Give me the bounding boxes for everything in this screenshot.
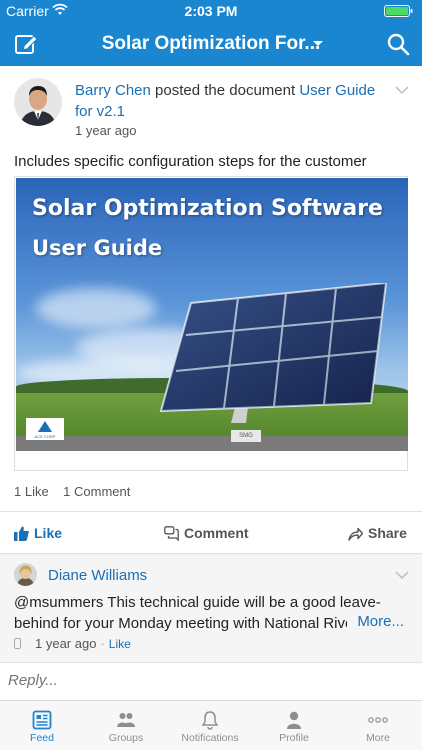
divider <box>0 553 422 554</box>
reply-bar <box>0 662 422 700</box>
post-header: Barry Chen posted the document User Guid… <box>75 80 385 122</box>
like-label: Like <box>34 525 63 541</box>
post-action-text: posted the document <box>155 82 296 99</box>
tab-groups[interactable]: Groups <box>84 701 168 750</box>
page-title: Solar Optimization For... <box>101 33 321 54</box>
comment-label: Comment <box>184 525 249 541</box>
like-button[interactable]: Like <box>14 525 62 541</box>
document-thumbnail: Solar Optimization Software User Guide A… <box>16 178 408 451</box>
company-logo: ACE CORP <box>26 418 64 440</box>
share-arrow-icon <box>348 527 364 541</box>
more-icon <box>368 717 388 723</box>
tab-feed[interactable]: Feed <box>0 701 84 750</box>
tab-profile[interactable]: Profile <box>252 701 336 750</box>
tab-label: Feed <box>30 732 54 744</box>
comment-timestamp: 1 year ago <box>35 636 97 651</box>
comment-item: Diane Williams @msummers This technical … <box>0 555 422 662</box>
post-timestamp: 1 year ago <box>75 123 137 138</box>
group-title-dropdown[interactable]: Solar Optimization For... <box>0 22 422 66</box>
solar-panel-illustration <box>159 283 388 423</box>
document-title-line2: User Guide <box>32 236 163 260</box>
commenter-photo <box>14 563 37 586</box>
nav-bar: Solar Optimization For... <box>0 22 422 66</box>
mobile-device-icon <box>14 638 21 649</box>
feed-icon <box>32 710 52 730</box>
chevron-down-icon[interactable] <box>395 86 409 95</box>
chevron-down-icon[interactable] <box>395 571 409 580</box>
comment-button[interactable]: Comment <box>164 525 249 542</box>
document-preview[interactable]: Solar Optimization Software User Guide A… <box>14 176 408 471</box>
author-photo <box>14 78 62 126</box>
more-link[interactable]: More... <box>347 613 404 630</box>
tab-bar: Feed Groups Notifications Profile More <box>0 700 422 750</box>
comment-meta: 1 year ago · Like <box>14 636 131 651</box>
thumbs-up-icon <box>14 526 29 541</box>
avatar[interactable] <box>14 78 62 126</box>
commenter-link[interactable]: Diane Williams <box>48 567 147 584</box>
comment-like-link[interactable]: Like <box>109 637 131 651</box>
share-button[interactable]: Share <box>348 525 407 541</box>
roadside-sign: SMG <box>231 430 261 442</box>
battery-icon <box>384 5 413 17</box>
clock: 2:03 PM <box>184 3 238 19</box>
groups-icon <box>117 713 135 727</box>
comment-count[interactable]: 1 Comment <box>63 484 130 499</box>
engagement-counts: 1 Like 1 Comment <box>14 484 130 499</box>
tab-label: Profile <box>279 732 309 744</box>
comment-icon <box>164 526 179 542</box>
search-icon[interactable] <box>386 32 410 56</box>
tab-label: More <box>366 732 390 744</box>
tab-label: Groups <box>108 732 144 744</box>
post-card: Barry Chen posted the document User Guid… <box>0 66 422 554</box>
chevron-down-icon <box>313 41 323 46</box>
document-title-line1: Solar Optimization Software <box>32 196 383 221</box>
profile-icon <box>287 711 301 729</box>
divider <box>0 511 422 512</box>
tab-label: Notifications <box>181 732 239 744</box>
avatar[interactable] <box>14 563 37 586</box>
post-body: Includes specific configuration steps fo… <box>14 153 367 170</box>
tab-notifications[interactable]: Notifications <box>168 701 252 750</box>
author-link[interactable]: Barry Chen <box>75 82 151 99</box>
bell-icon <box>201 711 219 730</box>
like-count[interactable]: 1 Like <box>14 484 49 499</box>
reply-input[interactable] <box>8 672 408 689</box>
status-bar: Carrier 2:03 PM <box>0 0 422 22</box>
share-label: Share <box>368 525 407 541</box>
tab-more[interactable]: More <box>336 701 420 750</box>
